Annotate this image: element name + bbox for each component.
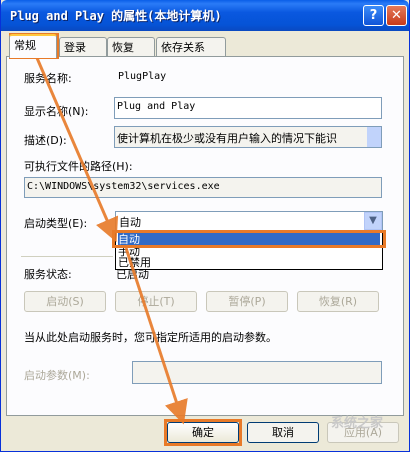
tab-general[interactable]: 常规 [9,34,57,58]
watermark: 系统之家 [331,416,384,431]
tutorial-arrows [35,57,188,425]
properties-dialog: Plug and Play 的属性(本地计算机) ? ✕ 常规 登录 恢复 依存… [0,0,410,452]
